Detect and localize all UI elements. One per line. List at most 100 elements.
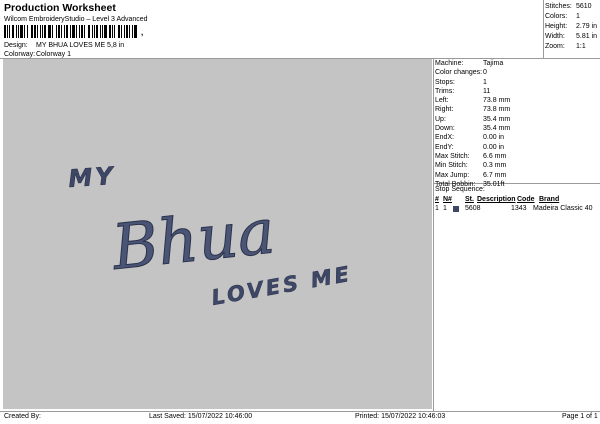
summary-value: 1	[576, 13, 580, 20]
footer-page: Page 1 of 1	[562, 413, 598, 420]
info-value: 73.8 mm	[483, 97, 511, 105]
barcode-bar	[121, 25, 122, 38]
summary-panel: Stitches: 5610 Colors: 1 Height: 2.79 in Wi…	[545, 2, 599, 52]
info-row: Color changes: 0	[435, 68, 598, 77]
info-label: Max Stitch:	[435, 152, 470, 160]
info-row: Down: 35.4 mm	[435, 124, 598, 133]
info-value: 0.00 in	[483, 143, 505, 151]
info-value: 0	[483, 69, 487, 77]
summary-label: Stitches:	[545, 3, 572, 10]
barcode-bar	[72, 25, 75, 38]
barcode-bar	[27, 25, 28, 38]
barcode-bar	[58, 25, 60, 38]
barcode-bar	[16, 25, 17, 38]
info-row: Max Jump: 6.7 mm	[435, 171, 598, 180]
thread-swatch	[453, 205, 459, 212]
design-value: MY BHUA LOVES ME 5,8 in	[36, 42, 125, 49]
info-label: Trims:	[435, 87, 455, 95]
color-swatch	[453, 204, 465, 213]
info-row: Right: 73.8 mm	[435, 105, 598, 114]
summary-row: Stitches: 5610	[545, 2, 599, 12]
row-num: 1	[435, 205, 439, 212]
barcode-bar	[61, 25, 62, 38]
stop-sequence-title: Stop Sequence:	[435, 186, 485, 193]
info-label: Left:	[435, 97, 449, 105]
header-brand: Brand	[539, 196, 560, 203]
summary-value: 5.81 in	[576, 33, 598, 40]
barcode-bar	[129, 25, 130, 38]
summary-row: Height: 2.79 in	[545, 22, 599, 32]
barcode-bar	[34, 25, 36, 38]
stop-sequence-row: 1 1 5608 1343 Madeira Classic 40	[435, 204, 598, 213]
barcode-bar	[94, 25, 95, 38]
info-label: EndY:	[435, 143, 454, 151]
info-label: Down:	[435, 125, 455, 133]
stop-sequence-header: # N# St. Description Code Brand	[435, 195, 598, 204]
barcode-bar	[124, 25, 125, 38]
summary-value: 1:1	[576, 43, 586, 50]
footer-last-saved: Last Saved: 15/07/2022 10:46:00	[149, 413, 253, 420]
info-row: Min Stitch: 0.3 mm	[435, 161, 598, 170]
info-label: Machine:	[435, 60, 464, 67]
barcode-bar	[92, 25, 93, 38]
barcode-bar	[52, 25, 53, 38]
barcode-bar	[42, 25, 43, 38]
barcode-bar	[24, 25, 25, 38]
summary-row: Colors: 1	[545, 12, 599, 22]
info-value: 35.4 mm	[483, 125, 511, 133]
summary-row: Zoom: 1:1	[545, 42, 599, 52]
barcode-bar	[109, 25, 111, 38]
barcode-bar	[20, 25, 23, 38]
info-row: Up: 35.4 mm	[435, 115, 598, 124]
footer-printed: Printed: 15/07/2022 10:46:03	[355, 413, 446, 420]
info-label: Max Jump:	[435, 171, 470, 179]
header-needle: N#	[443, 196, 452, 203]
info-value: Tajima	[483, 60, 504, 67]
info-row: Left: 73.8 mm	[435, 96, 598, 105]
design-label: Design:	[4, 42, 28, 49]
summary-label: Colors:	[545, 13, 568, 20]
barcode-bar	[56, 25, 57, 38]
divider	[433, 58, 434, 411]
barcode-bar	[9, 25, 10, 38]
barcode-bar	[48, 25, 51, 38]
barcode-trail: ,	[141, 28, 144, 37]
barcode-bar	[96, 25, 98, 38]
barcode-bar	[40, 25, 41, 38]
barcode-bar	[66, 25, 68, 38]
divider	[0, 411, 600, 412]
summary-label: Width:	[545, 33, 565, 40]
barcode-bar	[88, 25, 90, 38]
machine-info-panel: Machine: Tajima Color changes: 0 Stops: 1 T…	[435, 59, 598, 189]
barcode-bar	[114, 25, 115, 38]
barcode-bar	[12, 25, 14, 38]
barcode-bar	[76, 25, 77, 38]
info-value: 35.4 mm	[483, 115, 511, 123]
info-label: Up:	[435, 115, 446, 123]
info-value: 35.01ft	[483, 180, 505, 188]
barcode-bar	[100, 25, 101, 38]
info-value: 73.8 mm	[483, 106, 511, 114]
row-stitches: 5608	[465, 205, 481, 212]
design-preview: MY Bhua LOVES ME	[3, 59, 432, 409]
info-value: 11	[483, 87, 491, 95]
barcode	[4, 25, 140, 38]
barcode-bar	[126, 25, 128, 38]
barcode-bar	[132, 25, 133, 38]
page-title: Production Worksheet	[4, 2, 116, 14]
summary-label: Height:	[545, 23, 568, 30]
row-code: 1343	[511, 205, 527, 212]
design-row: Design: MY BHUA LOVES ME 5,8 in	[4, 41, 124, 50]
footer-created-by: Created By:	[4, 413, 41, 420]
info-value: 6.7 mm	[483, 171, 507, 179]
header-num: #	[435, 196, 439, 203]
barcode-bar	[37, 25, 38, 38]
production-worksheet: Production Worksheet Wilcom EmbroiderySt…	[0, 0, 600, 424]
barcode-bar	[31, 25, 33, 38]
software-name: Wilcom EmbroideryStudio – Level 3 Advanc…	[4, 16, 148, 23]
embroidery-design: MY Bhua LOVES ME	[67, 161, 354, 310]
info-row: Machine: Tajima	[435, 59, 598, 68]
info-row: EndY: 0.00 in	[435, 143, 598, 152]
summary-value: 2.79 in	[576, 23, 598, 30]
summary-label: Zoom:	[545, 43, 565, 50]
